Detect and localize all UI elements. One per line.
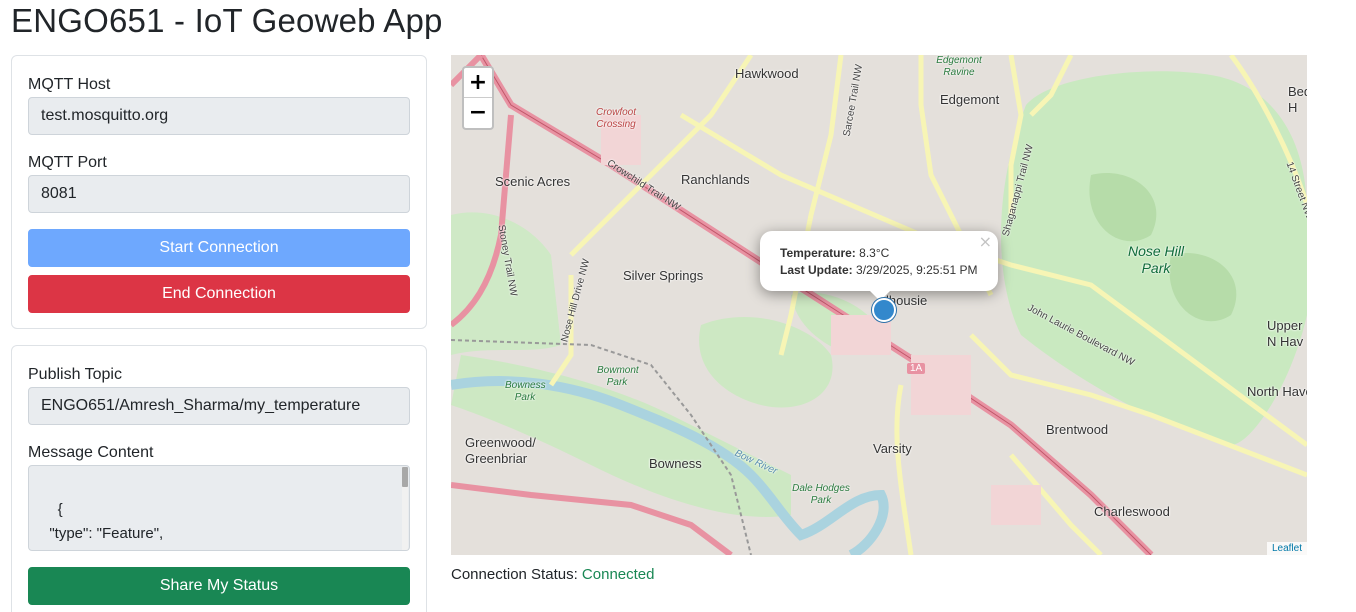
scrollbar-thumb[interactable] [402, 467, 408, 487]
place-charleswood: Charleswood [1094, 504, 1170, 519]
zoom-out-button[interactable]: − [464, 98, 492, 128]
place-bowness-park: Bowness Park [505, 380, 546, 403]
mqtt-host-label: MQTT Host [28, 76, 111, 93]
place-edgemont-ravine: Edgemont Ravine [936, 55, 982, 78]
message-content-textarea[interactable]: { "type": "Feature", "properties": { [28, 465, 410, 551]
map-view[interactable]: Hawkwood Edgemont Edgemont Ravine Crowfo… [451, 55, 1307, 555]
place-bowmont-park: Bowmont Park [597, 365, 639, 388]
place-crowfoot-crossing: Crowfoot Crossing [596, 107, 637, 130]
start-connection-button[interactable]: Start Connection [28, 229, 410, 267]
highway-1a-shield: 1A [907, 363, 926, 374]
connection-status: Connection Status: Connected [451, 566, 654, 583]
place-scenic-acres: Scenic Acres [495, 174, 571, 189]
leaflet-attribution-link[interactable]: Leaflet [1266, 542, 1307, 555]
message-content-text: { "type": "Feature", "properties": { [49, 501, 164, 550]
last-update-value: 3/29/2025, 9:25:51 PM [856, 263, 978, 277]
message-content-label: Message Content [28, 444, 154, 461]
zoom-in-button[interactable]: + [464, 68, 492, 98]
place-nose-hill-park: Nose Hill Park [1127, 243, 1184, 276]
place-ranchlands: Ranchlands [681, 172, 750, 187]
mqtt-host-input[interactable]: test.mosquitto.org [28, 97, 410, 135]
page-title: ENGO651 - IoT Geoweb App [11, 2, 443, 39]
share-status-button[interactable]: Share My Status [28, 567, 410, 605]
connection-status-value: Connected [581, 566, 655, 583]
temperature-key: Temperature: [780, 246, 856, 260]
place-bowness: Bowness [649, 456, 702, 471]
last-update-key: Last Update: [780, 263, 853, 277]
zoom-control: + − [462, 66, 494, 130]
place-dale-hodges-park: Dale Hodges Park [792, 483, 850, 506]
temperature-value: 8.3°C [859, 246, 890, 260]
popup-close-button[interactable]: × [979, 233, 992, 250]
place-hawkwood: Hawkwood [735, 66, 799, 81]
place-greenwood: Greenwood/ Greenbriar [465, 435, 536, 466]
location-marker[interactable] [872, 298, 896, 322]
publish-topic-label: Publish Topic [28, 366, 122, 383]
mqtt-port-label: MQTT Port [28, 154, 107, 171]
place-bed: Bed H [1288, 84, 1307, 115]
publish-card: Publish Topic ENGO651/Amresh_Sharma/my_t… [11, 345, 427, 612]
end-connection-button[interactable]: End Connection [28, 275, 410, 313]
mqtt-port-input[interactable]: 8081 [28, 175, 410, 213]
place-varsity: Varsity [873, 441, 912, 456]
place-upper-north-haven: Upper N Hav [1267, 318, 1304, 349]
connection-status-label: Connection Status: [451, 566, 578, 583]
textarea-scrollbar[interactable] [402, 467, 408, 550]
place-brentwood: Brentwood [1046, 422, 1109, 437]
connection-card: MQTT Host test.mosquitto.org MQTT Port 8… [11, 55, 427, 329]
publish-topic-input[interactable]: ENGO651/Amresh_Sharma/my_temperature [28, 387, 410, 425]
place-north-haven: North Have [1247, 384, 1307, 399]
temperature-popup: × Temperature: 8.3°C Last Update: 3/29/2… [760, 231, 998, 291]
place-edgemont: Edgemont [940, 92, 1000, 107]
place-silver-springs: Silver Springs [623, 268, 704, 283]
